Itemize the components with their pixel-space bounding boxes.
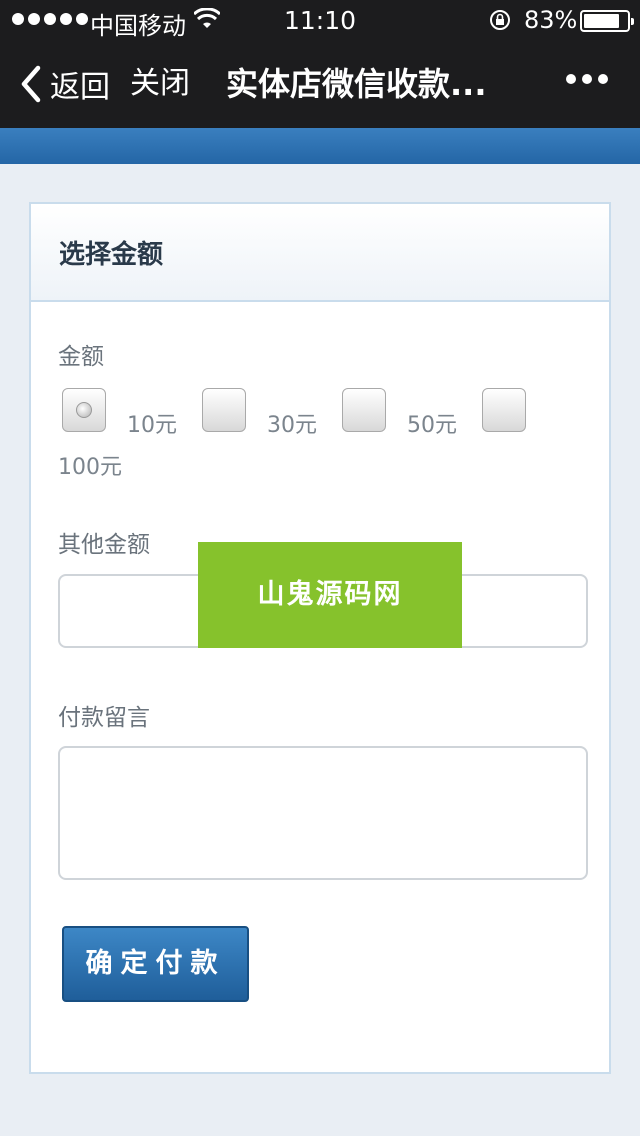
panel-header: 选择金额 [31, 204, 609, 302]
message-label: 付款留言 [58, 705, 150, 731]
message-textarea[interactable] [58, 746, 588, 880]
amount-option-label: 50元 [407, 413, 457, 438]
chevron-left-icon [21, 65, 41, 103]
back-button[interactable]: 返回 [18, 62, 110, 106]
status-bar: 中国移动 11:10 83% [0, 0, 640, 40]
more-icon [566, 74, 576, 84]
nav-bar: 返回 关闭 实体店微信收款... [0, 40, 640, 128]
amount-option-30[interactable] [202, 388, 246, 432]
amount-label: 金额 [58, 344, 104, 370]
amount-option-label: 10元 [127, 413, 177, 438]
amount-option-100[interactable] [482, 388, 526, 432]
battery-icon [580, 10, 634, 32]
panel-title: 选择金额 [59, 240, 164, 270]
rotation-lock-icon [490, 10, 510, 30]
amount-option-label: 30元 [267, 413, 317, 438]
battery-percent: 83% [524, 6, 578, 34]
other-amount-label: 其他金额 [58, 532, 150, 558]
back-label: 返回 [50, 70, 110, 105]
radio-selected-icon [76, 402, 92, 418]
amount-option-10[interactable] [62, 388, 106, 432]
more-options-button[interactable] [566, 74, 608, 84]
page-title: 实体店微信收款... [226, 65, 487, 103]
confirm-payment-button[interactable]: 确定付款 [62, 926, 249, 1002]
amount-option-label: 100元 [58, 455, 122, 480]
amount-option-50[interactable] [342, 388, 386, 432]
watermark-banner: 山鬼源码网 [198, 542, 462, 648]
close-button[interactable]: 关闭 [130, 62, 190, 106]
header-strip [0, 128, 640, 164]
